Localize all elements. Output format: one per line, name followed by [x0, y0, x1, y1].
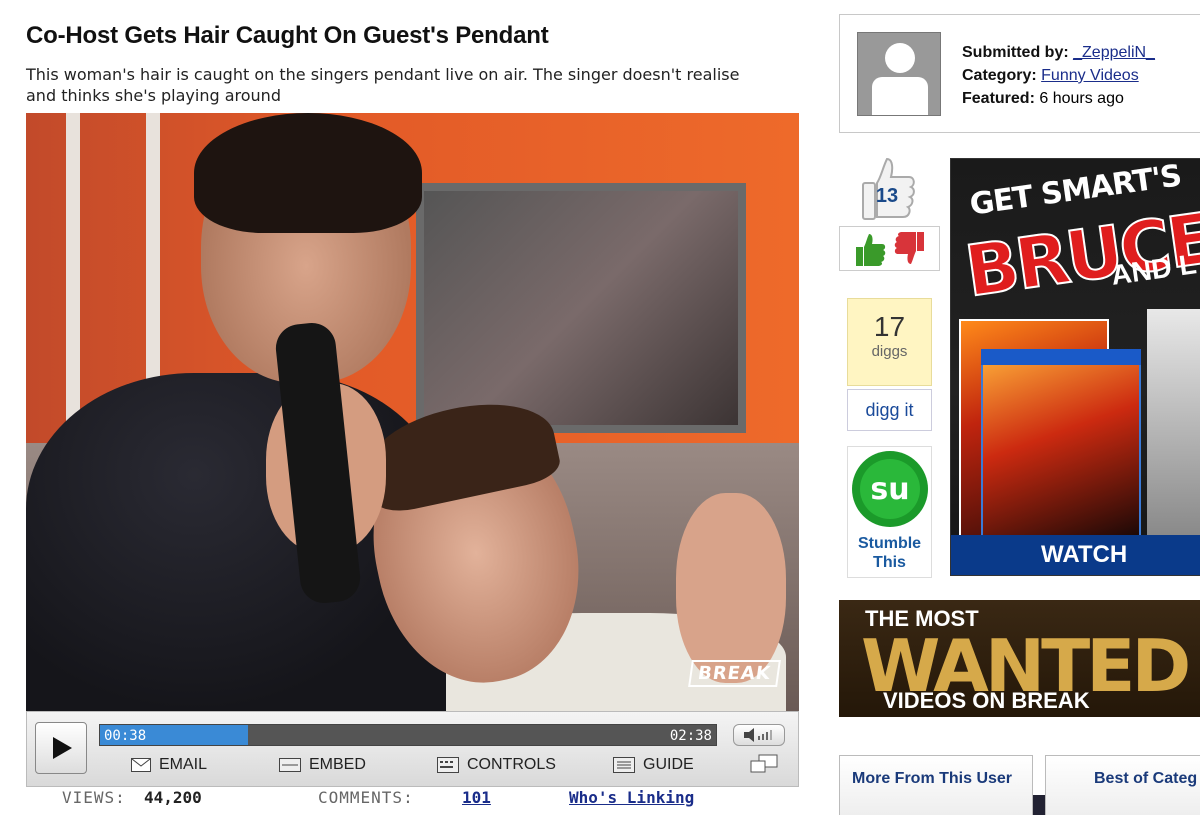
- stumble-label-1: Stumble: [857, 535, 922, 552]
- comments-label: COMMENTS:: [318, 788, 414, 807]
- views-count: 44,200: [144, 788, 202, 807]
- thumbs-up-vote-icon[interactable]: [853, 231, 887, 267]
- video-still: [26, 113, 799, 711]
- bluray-cover-image: [981, 349, 1141, 539]
- submitted-by-label: Submitted by:: [962, 44, 1069, 61]
- progress-bar[interactable]: 00:38 02:38: [99, 724, 717, 746]
- digg-count: 17: [873, 311, 906, 342]
- submission-details: Submitted by: _ZeppeliN_ Category: Funny…: [962, 41, 1155, 110]
- guide-label: GUIDE: [643, 756, 694, 773]
- total-time: 02:38: [669, 728, 712, 744]
- thumbs-count: 13: [875, 185, 899, 207]
- play-button[interactable]: [35, 722, 87, 774]
- featured-label: Featured:: [962, 90, 1035, 107]
- submitter-link[interactable]: _ZeppeliN_: [1073, 44, 1155, 61]
- digg-unit: diggs: [871, 343, 908, 360]
- bruce-lee-ad-banner[interactable]: GET SMART'S BRUCE AND L WATCH VIDEOS &: [950, 158, 1200, 576]
- video-title: Co-Host Gets Hair Caught On Guest's Pend…: [26, 22, 549, 49]
- stumble-label-2: This: [873, 554, 906, 571]
- thumbs-down-vote-icon[interactable]: [893, 231, 927, 267]
- views-label: VIEWS:: [62, 788, 126, 807]
- email-button[interactable]: EMAIL: [131, 756, 207, 774]
- video-description: This woman's hair is caught on the singe…: [26, 65, 740, 105]
- most-wanted-banner[interactable]: THE MOST WANTED VIDEOS ON BREAK: [839, 600, 1200, 717]
- embed-label: EMBED: [309, 756, 366, 773]
- digg-it-button[interactable]: digg it: [847, 389, 932, 431]
- email-label: EMAIL: [159, 756, 208, 773]
- svg-text:su: su: [870, 472, 909, 507]
- avatar[interactable]: [857, 32, 941, 116]
- player-controls: 00:38 02:38 EMAIL EMBED CONTROLS GUIDE: [26, 711, 799, 787]
- envelope-icon: [131, 758, 151, 772]
- stumble-button[interactable]: su Stumble This: [847, 446, 932, 578]
- current-time: 00:38: [104, 728, 147, 744]
- embed-button[interactable]: EMBED: [279, 756, 366, 774]
- tab-best-of-category[interactable]: Best of Categ: [1045, 755, 1200, 815]
- volume-button[interactable]: [733, 724, 785, 746]
- digg-count-box: 17 diggs: [847, 298, 932, 386]
- speaker-icon: [744, 728, 772, 742]
- featured-time: 6 hours ago: [1039, 90, 1124, 107]
- fullscreen-icon[interactable]: [749, 754, 779, 774]
- comments-count-link[interactable]: 101: [462, 788, 491, 807]
- play-icon: [53, 737, 72, 759]
- video-player-frame[interactable]: BREAK: [26, 113, 799, 711]
- vote-buttons: [839, 226, 940, 271]
- ad2-line3: VIDEOS ON BREAK: [883, 688, 1090, 713]
- ad1-footer: WATCH VIDEOS &: [951, 535, 1200, 575]
- category-label: Category:: [962, 67, 1037, 84]
- tab-more-from-user[interactable]: More From This User: [839, 755, 1033, 815]
- keyboard-icon: [437, 757, 459, 773]
- stumbleupon-icon: su: [851, 451, 928, 527]
- category-link[interactable]: Funny Videos: [1041, 67, 1139, 84]
- video-stats: VIEWS: 44,200 COMMENTS: 101 Who's Linkin…: [26, 788, 799, 812]
- controls-label: CONTROLS: [467, 756, 556, 773]
- embed-icon: [279, 758, 301, 772]
- submission-info-box: Submitted by: _ZeppeliN_ Category: Funny…: [839, 14, 1200, 133]
- controls-button[interactable]: CONTROLS: [437, 756, 556, 774]
- thumbs-rating: 13: [839, 155, 940, 271]
- guide-button[interactable]: GUIDE: [613, 756, 694, 774]
- break-watermark: BREAK: [688, 660, 781, 687]
- whos-linking-link[interactable]: Who's Linking: [569, 788, 694, 807]
- related-tabs: More From This User Best of Categ: [839, 755, 1200, 815]
- list-icon: [613, 757, 635, 773]
